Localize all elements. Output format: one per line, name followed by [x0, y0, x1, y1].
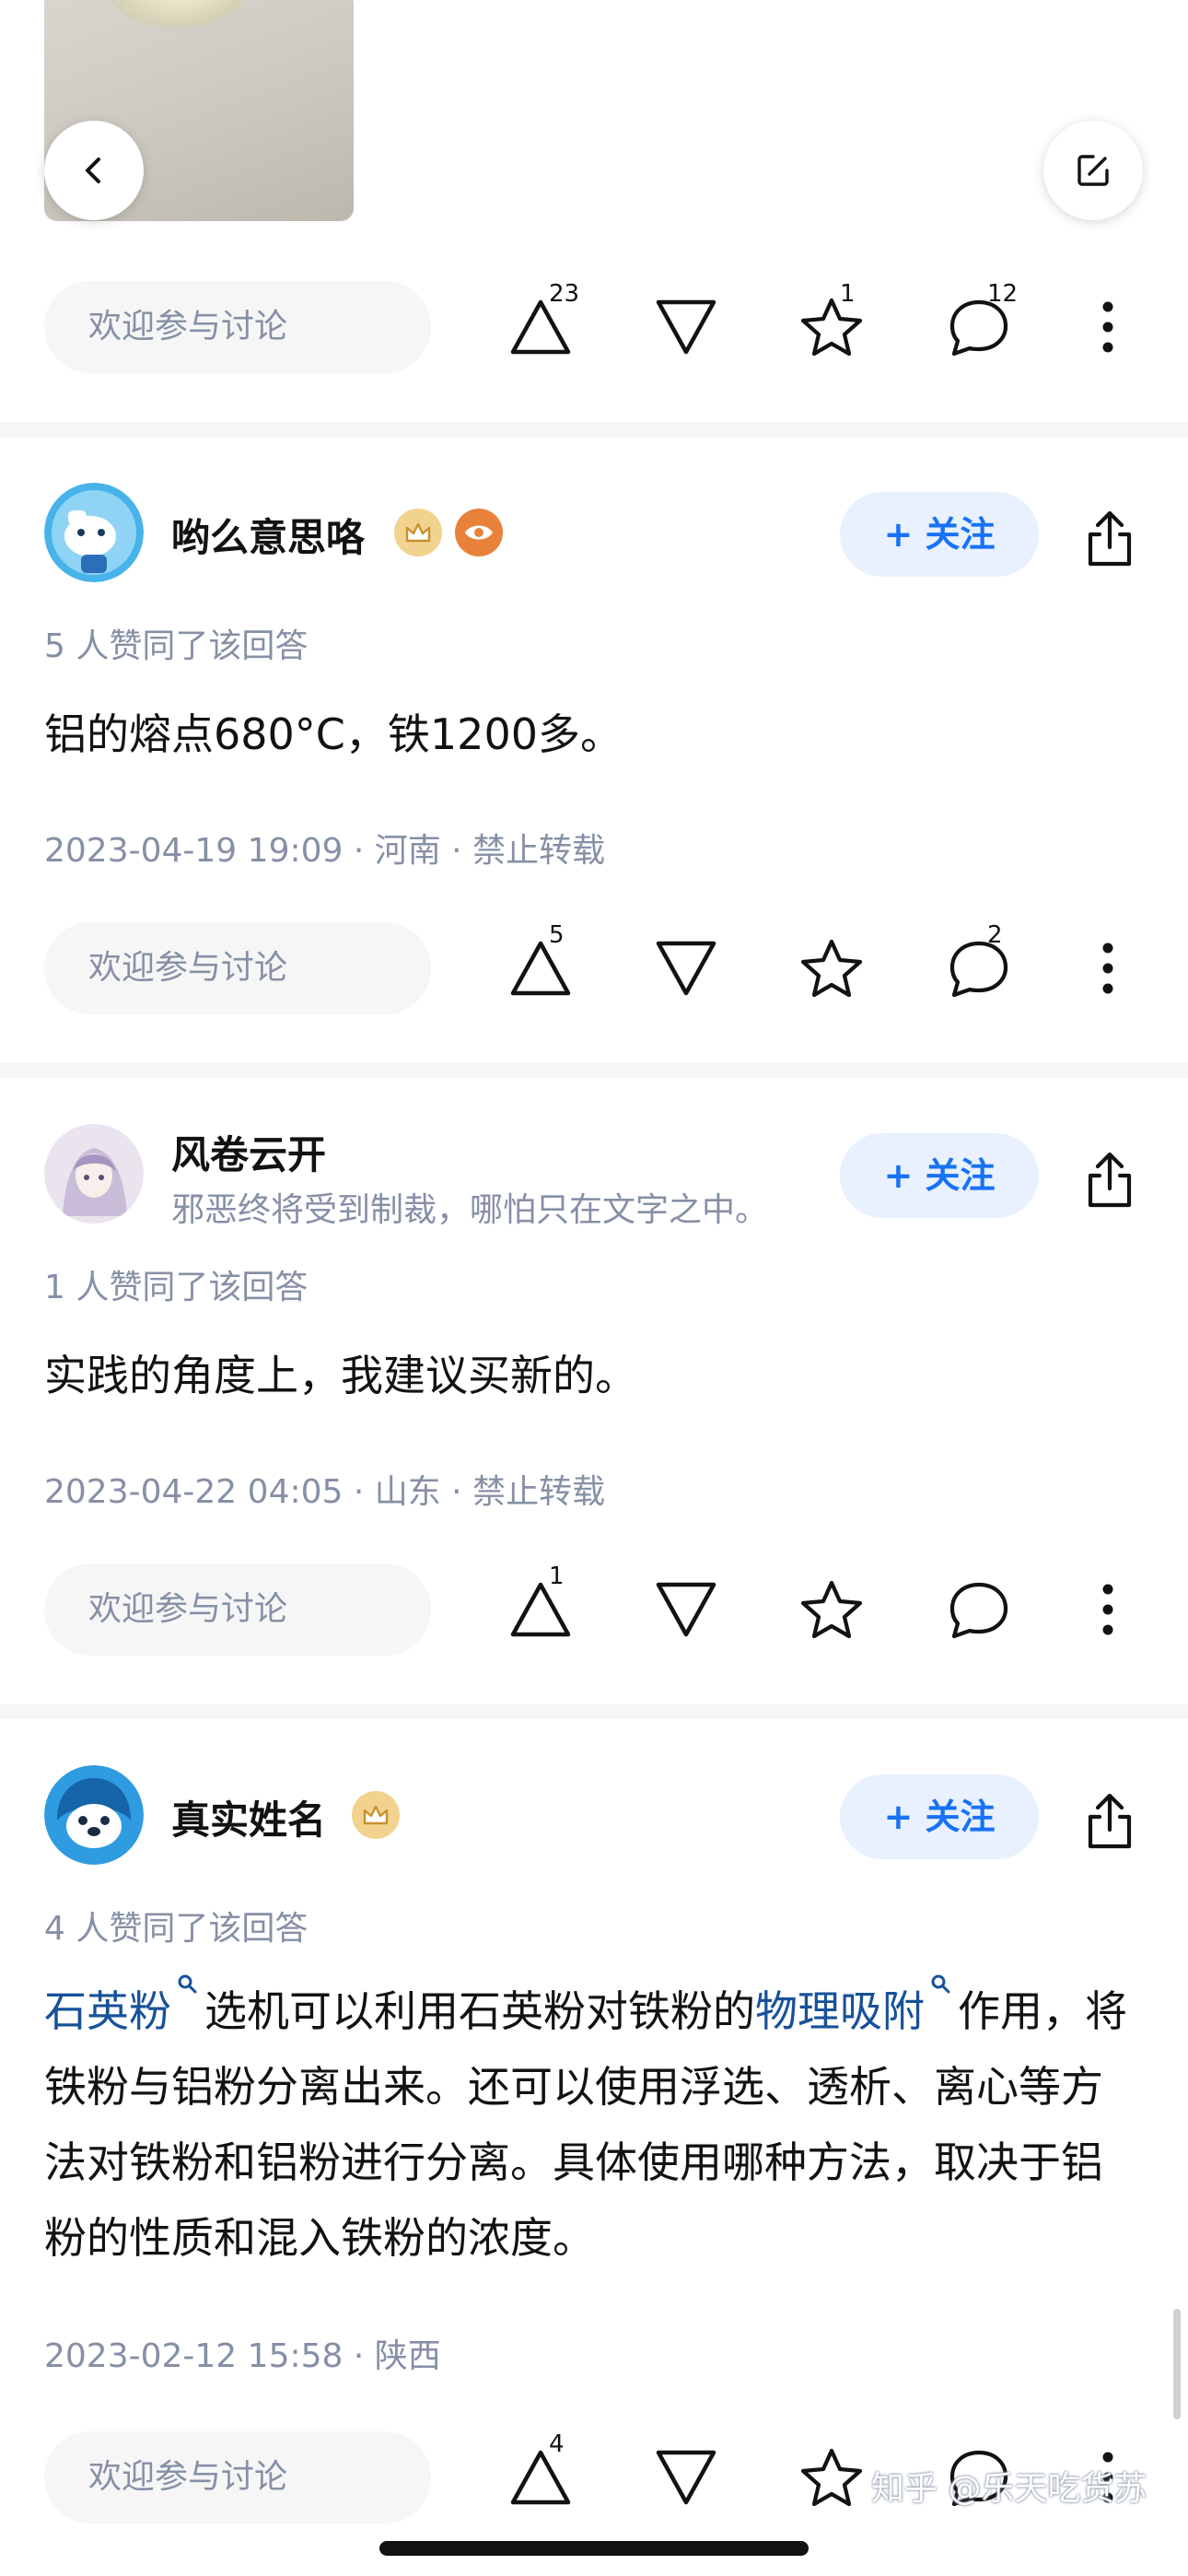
keyword-link[interactable]: 石英粉 — [44, 1986, 171, 2036]
favorite-button[interactable] — [790, 2436, 873, 2519]
favorite-count: 1 — [840, 280, 856, 308]
answer-content[interactable]: 铝的熔点680°C，铁1200多。 — [44, 697, 1144, 772]
follow-button[interactable]: + 关注 — [840, 492, 1039, 577]
comment-bubble-icon — [949, 1582, 1008, 1639]
downvote-button[interactable] — [645, 927, 728, 1010]
eye-badge-icon — [455, 509, 503, 556]
share-icon — [1088, 1152, 1132, 1208]
content-text: 选机可以利用石英粉对铁粉的 — [204, 1986, 755, 2036]
upvote-summary: 1 人赞同了该回答 — [44, 1269, 309, 1306]
home-indicator[interactable] — [379, 2541, 809, 2556]
share-button[interactable] — [1068, 1780, 1151, 1863]
upvote-count: 5 — [549, 921, 565, 949]
image-content — [109, 0, 247, 28]
answer-header: 真实姓名 + 关注 — [0, 1765, 1188, 1867]
comment-button[interactable]: 2 — [938, 921, 1020, 1010]
answer-header: 风卷云开 邪恶终将受到制裁，哪怕只在文字之中。 + 关注 — [0, 1124, 1188, 1229]
avatar-image — [44, 483, 144, 582]
star-icon — [800, 2448, 863, 2507]
more-dots-icon — [1102, 1584, 1113, 1635]
crown-badge-icon — [352, 1791, 400, 1839]
watermark: 知乎 @乐天吃货苏 — [871, 2470, 1147, 2508]
answer-content[interactable]: 石英粉 选机可以利用石英粉对铁粉的物理吸附 作用，将铁粉与铝粉分离出来。还可以使用浮… — [44, 1973, 1144, 2276]
downvote-triangle-icon — [656, 2450, 716, 2505]
comment-button[interactable] — [938, 1568, 1020, 1651]
action-bar: 欢迎参与讨论 5 2 — [0, 918, 1188, 1019]
downvote-triangle-icon — [656, 1582, 716, 1637]
follow-button[interactable]: + 关注 — [840, 1774, 1039, 1859]
answer-meta: 2023-02-12 15:58 · 陕西 — [44, 2337, 441, 2375]
comment-count: 2 — [987, 921, 1003, 949]
upvote-summary: 5 人赞同了该回答 — [44, 627, 309, 665]
downvote-button[interactable] — [645, 1568, 728, 1651]
follow-button[interactable]: + 关注 — [840, 1133, 1039, 1218]
avatar[interactable] — [44, 1765, 144, 1865]
upvote-button[interactable]: 4 — [499, 2430, 582, 2519]
upvote-summary: 4 人赞同了该回答 — [44, 1910, 309, 1948]
crown-badge-icon — [394, 509, 442, 556]
author-name[interactable]: 风卷云开 — [171, 1124, 326, 1180]
share-button[interactable] — [1068, 1139, 1151, 1222]
share-icon — [1088, 1793, 1132, 1849]
more-dots-icon — [1102, 301, 1113, 353]
keyword-link[interactable]: 物理吸附 — [755, 1986, 925, 2036]
answer-header: 哟么意思咯 + 关注 — [0, 483, 1188, 584]
answer-meta: 2023-04-22 04:05 · 山东 · 禁止转载 — [44, 1473, 606, 1511]
share-icon — [1088, 510, 1132, 567]
favorite-button[interactable]: 1 — [790, 280, 873, 369]
avatar-image — [44, 1765, 144, 1865]
upvote-button[interactable]: 23 — [499, 280, 582, 369]
action-bar: 欢迎参与讨论 23 1 12 — [0, 276, 1188, 378]
upvote-count: 4 — [549, 2430, 565, 2458]
more-button[interactable] — [1066, 286, 1149, 369]
star-icon — [800, 1580, 863, 1639]
upvote-count: 1 — [549, 1563, 565, 1590]
downvote-button[interactable] — [645, 2436, 728, 2519]
downvote-button[interactable] — [645, 286, 728, 369]
discuss-input[interactable]: 欢迎参与讨论 — [44, 281, 431, 373]
upvote-count: 23 — [549, 280, 580, 308]
answer-card: 哟么意思咯 + 关注 5 人赞同了该回答 铝的熔点680°C，铁1200多。 2… — [0, 437, 1188, 1063]
author-name[interactable]: 真实姓名 — [171, 1789, 326, 1845]
upvote-button[interactable]: 5 — [499, 921, 582, 1010]
search-icon — [178, 1974, 197, 1994]
avatar-image — [44, 1124, 144, 1224]
back-button[interactable] — [44, 121, 144, 220]
share-button[interactable] — [1068, 498, 1151, 580]
comment-count: 12 — [987, 280, 1019, 308]
answer-content[interactable]: 实践的角度上，我建议买新的。 — [44, 1338, 1144, 1413]
answer-card: 风卷云开 邪恶终将受到制裁，哪怕只在文字之中。 + 关注 1 人赞同了该回答 实… — [0, 1078, 1188, 1704]
discuss-input[interactable]: 欢迎参与讨论 — [44, 922, 431, 1014]
chevron-left-icon — [86, 158, 100, 183]
downvote-triangle-icon — [656, 299, 716, 355]
action-bar: 欢迎参与讨论 1 — [0, 1559, 1188, 1660]
star-icon — [800, 939, 863, 998]
avatar[interactable] — [44, 483, 144, 582]
avatar[interactable] — [44, 1124, 144, 1224]
upvote-button[interactable]: 1 — [499, 1563, 582, 1651]
author-name[interactable]: 哟么意思咯 — [171, 507, 365, 563]
edit-icon — [1077, 155, 1109, 186]
previous-answer-card: 欢迎参与讨论 23 1 12 — [0, 0, 1188, 422]
favorite-button[interactable] — [790, 1568, 873, 1651]
scrollbar[interactable] — [1173, 2309, 1181, 2419]
discuss-input[interactable]: 欢迎参与讨论 — [44, 2431, 431, 2523]
favorite-button[interactable] — [790, 927, 873, 1010]
write-answer-button[interactable] — [1043, 121, 1143, 220]
more-button[interactable] — [1066, 1568, 1149, 1651]
answer-meta: 2023-04-19 19:09 · 河南 · 禁止转载 — [44, 832, 606, 870]
more-button[interactable] — [1066, 927, 1149, 1010]
author-signature: 邪恶终将受到制裁，哪怕只在文字之中。 — [171, 1191, 769, 1229]
comment-button[interactable]: 12 — [938, 280, 1020, 369]
discuss-input[interactable]: 欢迎参与讨论 — [44, 1563, 431, 1656]
downvote-triangle-icon — [656, 941, 716, 996]
answer-card: 真实姓名 + 关注 4 人赞同了该回答 石英粉 选机可以利用石英粉对铁粉的物理吸附… — [0, 1719, 1188, 2576]
more-dots-icon — [1102, 943, 1113, 994]
search-icon — [931, 1974, 950, 1994]
